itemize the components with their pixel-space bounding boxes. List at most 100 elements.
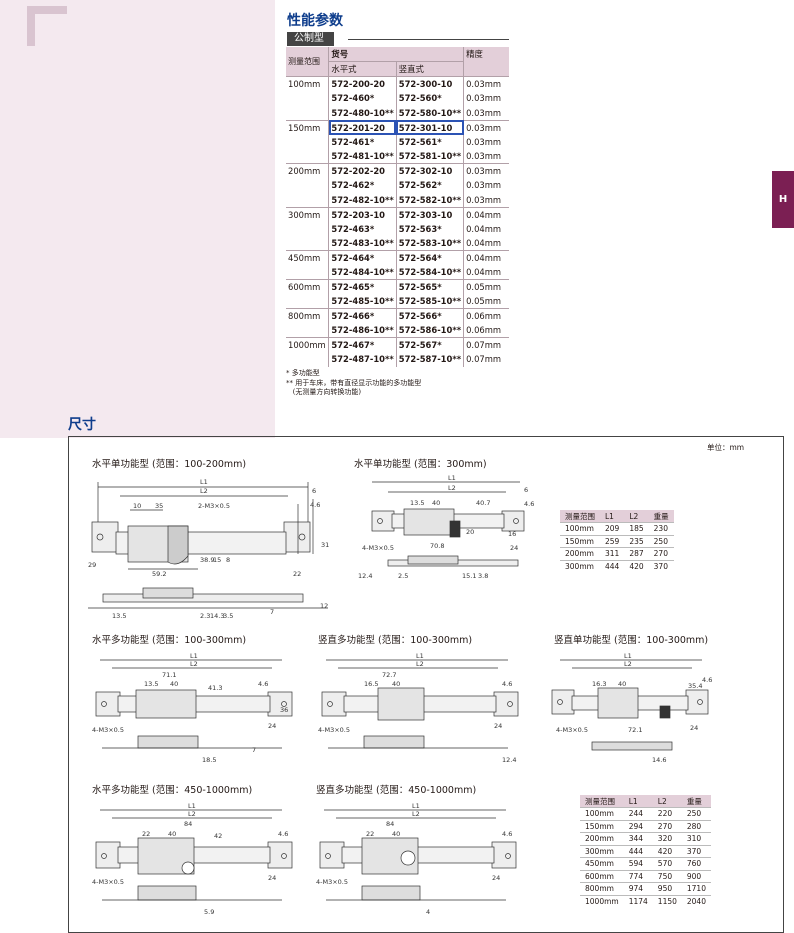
spec-cell-v[interactable]: 572-563* bbox=[395, 221, 464, 236]
dim2-25: 2.5 bbox=[398, 572, 408, 580]
spec-cell-acc: 0.04mm bbox=[463, 206, 509, 222]
spec-cell-v[interactable]: 572-582-10** bbox=[395, 192, 464, 207]
dim2-407: 40.7 bbox=[476, 499, 490, 507]
dimensions-title: 尺寸 bbox=[68, 417, 96, 433]
spec-cell-h[interactable]: 572-466* bbox=[328, 308, 397, 323]
dim6-59: 5.9 bbox=[204, 908, 214, 916]
spec-cell-v[interactable]: 572-585-10** bbox=[395, 294, 464, 309]
spec-cell-v[interactable]: 572-564* bbox=[395, 250, 464, 265]
spec-cell-h[interactable]: 572-200-20 bbox=[328, 76, 397, 91]
dim-table-row: 100mm 244 220 250 bbox=[580, 807, 711, 820]
dim2-124: 12.4 bbox=[358, 572, 372, 580]
spec-cell-v[interactable]: 572-567* bbox=[395, 337, 464, 352]
dim3-l2: L2 bbox=[190, 660, 198, 668]
spec-header-row: 测量范围 货号 精度 bbox=[286, 47, 509, 77]
spec-cell-h[interactable]: 572-460* bbox=[328, 91, 397, 106]
spec-cell-acc: 0.03mm bbox=[463, 134, 509, 149]
spec-cell-v[interactable]: 572-565* bbox=[395, 279, 464, 294]
dim-table-cell: 420 bbox=[652, 844, 682, 858]
dim-table-cell: 774 bbox=[623, 869, 653, 883]
dtl-h1: L1 bbox=[623, 795, 653, 808]
dim3-24: 24 bbox=[268, 722, 276, 730]
spec-cell-h[interactable]: 572-481-10** bbox=[328, 149, 397, 164]
spec-cell-h[interactable]: 572-465* bbox=[328, 279, 397, 294]
note-3: (无测量方向转换功能) bbox=[286, 388, 362, 396]
dim4-l2: L2 bbox=[416, 660, 424, 668]
spec-cell-h[interactable]: 572-485-10** bbox=[328, 294, 397, 309]
spec-cell-v[interactable]: 572-586-10** bbox=[395, 323, 464, 338]
spec-cell-range bbox=[286, 323, 329, 338]
spec-cell-acc: 0.03mm bbox=[463, 76, 509, 91]
spec-cell-v[interactable]: 572-587-10** bbox=[395, 352, 464, 367]
dim-8: 8 bbox=[226, 556, 230, 564]
spec-cell-h[interactable]: 572-462* bbox=[328, 178, 397, 193]
dim3-7: 7 bbox=[252, 746, 256, 754]
spec-cell-h[interactable]: 572-203-10 bbox=[328, 206, 397, 222]
spec-cell-v[interactable]: 572-303-10 bbox=[395, 206, 464, 222]
spec-cell-v[interactable]: 572-583-10** bbox=[395, 236, 464, 251]
dim-7a: 7 bbox=[270, 608, 274, 616]
spec-row: 600mm 572-465* 572-565* 0.05mm bbox=[286, 279, 509, 294]
spec-cell-h[interactable]: 572-463* bbox=[328, 221, 397, 236]
spec-cell-h[interactable]: 572-467* bbox=[328, 337, 397, 352]
dim-table-cell: 420 bbox=[624, 559, 649, 573]
spec-cell-range: 200mm bbox=[286, 163, 329, 178]
spec-cell-h[interactable]: 572-461* bbox=[328, 134, 397, 149]
spec-cell-acc: 0.05mm bbox=[463, 279, 509, 294]
spec-cell-h[interactable]: 572-202-20 bbox=[328, 163, 397, 178]
spec-cell-v[interactable]: 572-562* bbox=[395, 178, 464, 193]
dim-table-cell: 280 bbox=[681, 819, 711, 833]
spec-cell-h[interactable]: 572-480-10** bbox=[328, 105, 397, 120]
spec-cell-range bbox=[286, 178, 329, 193]
spec-cell-h[interactable]: 572-486-10** bbox=[328, 323, 397, 338]
dim-table-cell: 311 bbox=[600, 547, 625, 560]
spec-cell-v[interactable]: 572-584-10** bbox=[395, 265, 464, 280]
spec-cell-range bbox=[286, 135, 329, 150]
dim-table-cell: 950 bbox=[652, 882, 682, 895]
dim-table-cell: 150mm bbox=[580, 819, 624, 833]
spec-cell-v[interactable]: 572-580-10** bbox=[395, 105, 464, 120]
spec-row: 572-462* 572-562* 0.03mm bbox=[286, 178, 509, 193]
part-header: 货号 bbox=[328, 47, 464, 62]
spec-cell-range bbox=[286, 352, 329, 367]
spec-cell-h[interactable]: 572-483-10** bbox=[328, 236, 397, 251]
spec-row: 800mm 572-466* 572-566* 0.06mm bbox=[286, 308, 509, 323]
spec-cell-v[interactable]: 572-300-10 bbox=[395, 76, 464, 91]
metric-badge: 公制型 bbox=[287, 32, 334, 46]
spec-cell-acc: 0.03mm bbox=[463, 119, 509, 135]
spec-cell-acc: 0.06mm bbox=[463, 323, 509, 338]
drawing-horizontal-single-small: L1 L2 10 35 2-M3×0.5 59.2 22 6 4.6 31 29… bbox=[88, 478, 329, 620]
dim-table-cell: 974 bbox=[623, 882, 653, 895]
spec-cell-v[interactable]: 572-302-10 bbox=[395, 163, 464, 178]
dim3-135: 13.5 bbox=[144, 680, 158, 688]
drawing-horizontal-multi-small: L1 L2 71.1 13.5 40 41.3 4.6 36 4-M3×0.5 … bbox=[92, 652, 293, 764]
dim-table-cell: 270 bbox=[652, 819, 682, 833]
spec-cell-v[interactable]: 572-566* bbox=[395, 308, 464, 323]
drawing-title-4: 竖直多功能型 (范围：100-300mm) bbox=[318, 635, 473, 646]
spec-cell-acc: 0.03mm bbox=[463, 163, 509, 178]
dim-l2: L2 bbox=[200, 487, 208, 495]
spec-cell-v[interactable]: 572-301-10 bbox=[395, 119, 464, 135]
dim5-721: 72.1 bbox=[628, 726, 642, 734]
spec-cell-acc: 0.03mm bbox=[463, 149, 509, 164]
dim-table-cell: 760 bbox=[681, 857, 711, 870]
spec-cell-h[interactable]: 572-482-10** bbox=[328, 192, 397, 207]
dim-table-row: 1000mm 1174 1150 2040 bbox=[580, 894, 711, 908]
spec-cell-v[interactable]: 572-560* bbox=[395, 91, 464, 106]
spec-cell-h[interactable]: 572-464* bbox=[328, 250, 397, 265]
dim6-22: 22 bbox=[142, 830, 150, 838]
spec-cell-h[interactable]: 572-487-10** bbox=[328, 352, 397, 367]
drawing-horizontal-multi-large: L1 L2 84 22 40 42 4.6 4-M3×0.5 24 5.9 bbox=[92, 802, 293, 916]
spec-cell-v[interactable]: 572-581-10** bbox=[395, 149, 464, 164]
dim-table-row: 450mm 594 570 760 bbox=[580, 857, 711, 870]
spec-cell-range: 1000mm bbox=[286, 337, 329, 352]
dim-table-small: 测量范围 L1 L2 重量 100mm 209 185 230 150mm 259 235 2… bbox=[560, 510, 674, 573]
spec-cell-h[interactable]: 572-484-10** bbox=[328, 265, 397, 280]
dim-table-cell: 2040 bbox=[681, 894, 711, 908]
accuracy-header: 精度 bbox=[463, 47, 509, 77]
section-tab-h[interactable]: H bbox=[772, 171, 794, 228]
spec-cell-v[interactable]: 572-561* bbox=[395, 134, 464, 149]
dim-10: 10 bbox=[133, 502, 141, 510]
dts-h3: 重量 bbox=[648, 510, 674, 523]
spec-cell-h[interactable]: 572-201-20 bbox=[328, 119, 397, 135]
